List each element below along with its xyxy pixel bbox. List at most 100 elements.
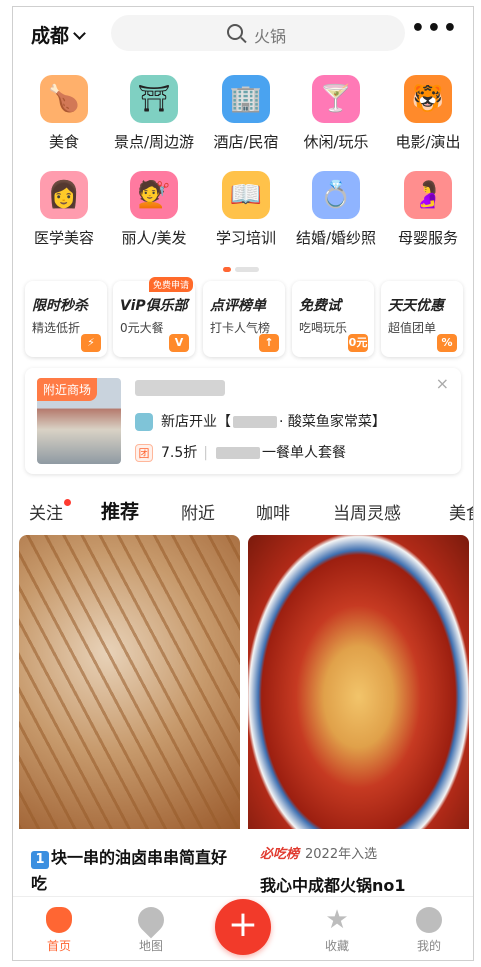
search-placeholder: 火锅 — [254, 27, 287, 46]
hotpot-photo — [248, 535, 469, 829]
hair-salon-icon: 💇 — [130, 171, 178, 219]
category-10[interactable]: 🤰 母婴服务 — [381, 171, 473, 248]
notification-dot — [64, 499, 71, 506]
number-badge: 1 — [31, 851, 49, 869]
nav-profile[interactable]: 我的 — [399, 907, 459, 954]
category-label: 酒店/民宿 — [213, 133, 279, 151]
promo-subtitle: 超值团单 — [388, 321, 437, 335]
must-eat-brand: 必吃榜 — [260, 847, 300, 862]
bottom-nav: 首页 地图 + ★ 收藏 我的 — [13, 896, 473, 960]
category-1[interactable]: 🍗 美食 — [17, 75, 111, 152]
promo-card[interactable]: 免费试吃喝玩乐 0元 — [292, 281, 374, 357]
deal-discount: 7.5折 — [161, 445, 198, 461]
promo-badge-icon: ↑ — [259, 334, 279, 352]
nearby-mall-card[interactable]: 附近商场 × 新店开业【 · 酸菜鱼家常菜】 团 7.5折 | 一餐单人套餐 — [25, 368, 461, 474]
map-pin-icon — [132, 901, 170, 939]
tab-2[interactable]: 推荐 — [101, 497, 139, 526]
more-menu-icon[interactable]: ••• — [411, 18, 459, 40]
app-frame: 成都 火锅 ••• 🍗 美食 ⛩ 景点/周边游 🏢 酒店/民宿 🍸 休闲/玩乐 🐯 电影/演出 👩 医… — [12, 6, 474, 961]
nav-favorites[interactable]: ★ 收藏 — [307, 907, 367, 954]
promo-badge-icon: % — [437, 334, 457, 352]
tab-5[interactable]: 当周灵感 — [333, 499, 401, 524]
hotel-building-icon: 🏢 — [222, 75, 270, 123]
category-4[interactable]: 🍸 休闲/玩乐 — [289, 75, 383, 152]
publish-plus-button[interactable]: + — [215, 899, 271, 955]
promo-title: 天天优惠 — [388, 298, 444, 314]
promo-title: 免费试 — [299, 298, 341, 314]
promo-subtitle: 0元大餐 — [120, 321, 164, 335]
blurred-text — [233, 416, 277, 428]
nav-map[interactable]: 地图 — [121, 901, 181, 954]
promo-card[interactable]: ViP俱乐部 0元大餐 V 免费申请 — [113, 277, 195, 357]
open-book-icon: 📖 — [222, 171, 270, 219]
promo-title: ViP俱乐部 — [120, 298, 188, 314]
skewers-photo — [19, 535, 240, 829]
pagoda-icon: ⛩ — [130, 75, 178, 123]
promo-tag: 免费申请 — [148, 277, 193, 292]
category-9[interactable]: 💍 结婚/婚纱照 — [289, 171, 383, 248]
category-label: 医学美容 — [33, 229, 94, 247]
new-store-suffix: · 酸菜鱼家常菜】 — [279, 414, 386, 430]
nearby-mall-tag: 附近商场 — [37, 378, 98, 401]
category-label: 母婴服务 — [397, 229, 458, 247]
diamond-ring-icon: 💍 — [312, 171, 360, 219]
promo-badge-icon: 0元 — [348, 334, 368, 352]
promo-card[interactable]: 天天优惠超值团单% — [381, 281, 463, 357]
category-5[interactable]: 🐯 电影/演出 — [381, 75, 473, 152]
category-8[interactable]: 📖 学习培训 — [199, 171, 293, 248]
deal-name: 一餐单人套餐 — [261, 445, 346, 461]
pregnant-woman-icon: 🤰 — [404, 171, 452, 219]
page-indicator — [223, 259, 259, 278]
category-3[interactable]: 🏢 酒店/民宿 — [199, 75, 293, 152]
tab-6[interactable]: 美食 — [449, 499, 473, 524]
feed-caption: 1 块一串的油卤串串简直好吃 — [31, 848, 228, 893]
new-store-prefix: 新店开业【 — [161, 414, 231, 430]
promo-badge-icon: ⚡ — [81, 334, 101, 352]
blurred-mall-name — [135, 380, 225, 396]
beauty-face-icon: 👩 — [40, 171, 88, 219]
feed-meta: 必吃榜 2022年入选 — [260, 843, 377, 862]
selected-year: 2022年入选 — [305, 847, 378, 862]
city-label: 成都 — [31, 25, 70, 47]
cat-face-icon: 🐯 — [404, 75, 452, 123]
blurred-text — [215, 447, 260, 459]
feed-card[interactable]: 1 块一串的油卤串串简直好吃 — [19, 535, 240, 905]
search-icon — [227, 24, 243, 40]
close-icon[interactable]: × — [436, 374, 449, 393]
tab-3[interactable]: 附近 — [181, 499, 215, 524]
category-6[interactable]: 👩 医学美容 — [17, 171, 111, 248]
star-icon: ★ — [325, 905, 349, 935]
profile-icon — [416, 907, 442, 933]
roast-chicken-icon: 🍗 — [40, 75, 88, 123]
category-label: 美食 — [48, 133, 79, 151]
group-deal-row: 团 7.5折 | 一餐单人套餐 — [135, 442, 346, 462]
category-label: 景点/周边游 — [113, 133, 195, 151]
category-label: 学习培训 — [215, 229, 276, 247]
promo-card[interactable]: 限时秒杀 精选低折 ⚡ — [25, 281, 107, 357]
new-store-row: 新店开业【 · 酸菜鱼家常菜】 — [135, 411, 386, 431]
city-selector[interactable]: 成都 — [31, 21, 86, 48]
tab-1[interactable]: 关注 — [29, 499, 71, 524]
promo-card[interactable]: 点评榜单 打卡人气榜 ↑ — [203, 281, 285, 357]
nav-home[interactable]: 首页 — [29, 907, 89, 954]
group-deal-icon: 团 — [135, 444, 153, 462]
tab-4[interactable]: 咖啡 — [256, 499, 290, 524]
category-label: 结婚/婚纱照 — [295, 229, 377, 247]
promo-subtitle: 吃喝玩乐 — [299, 321, 348, 335]
store-avatar-icon — [135, 413, 153, 431]
feed-tabs: 关注 推荐 附近 咖啡 当周灵感 美食 — [13, 493, 473, 529]
category-label: 休闲/玩乐 — [303, 133, 369, 151]
chevron-down-icon — [73, 27, 86, 40]
promo-title: 点评榜单 — [210, 298, 266, 314]
home-person-icon — [46, 907, 72, 933]
category-label: 电影/演出 — [395, 133, 461, 151]
category-label: 丽人/美发 — [121, 229, 187, 247]
promo-title: 限时秒杀 — [32, 298, 88, 314]
top-bar: 成都 火锅 ••• — [13, 7, 473, 59]
category-7[interactable]: 💇 丽人/美发 — [107, 171, 201, 248]
feed-card[interactable]: 必吃榜 2022年入选 我心中成都火锅no1 — [248, 535, 469, 905]
cocktail-icon: 🍸 — [312, 75, 360, 123]
search-bar[interactable]: 火锅 — [111, 15, 405, 51]
promo-badge-icon: V — [169, 334, 189, 352]
category-2[interactable]: ⛩ 景点/周边游 — [107, 75, 201, 152]
